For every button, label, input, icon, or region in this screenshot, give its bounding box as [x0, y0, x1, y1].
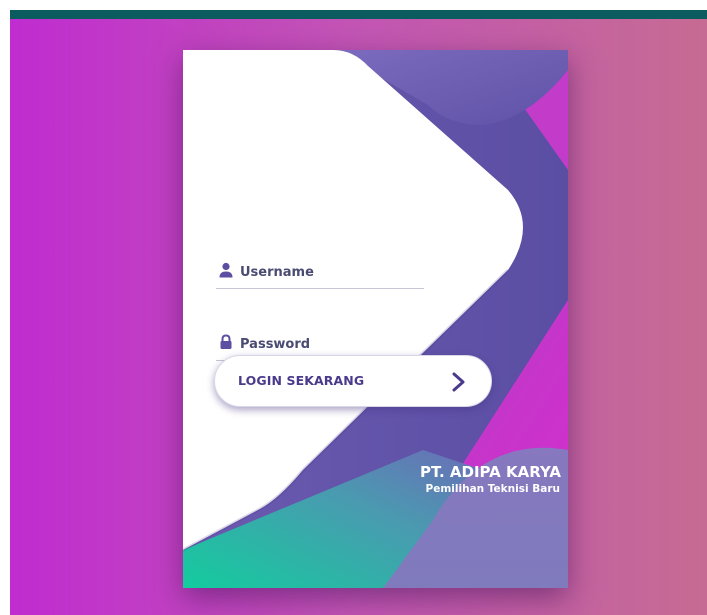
top-bar — [10, 10, 707, 19]
lock-icon — [220, 334, 232, 349]
username-input[interactable] — [240, 258, 420, 286]
chevron-right-icon — [452, 372, 465, 392]
company-tagline: Pemilihan Teknisi Baru — [425, 483, 560, 495]
login-card: LOGIN SEKARANG PT. ADIPA KARYA Pemilihan… — [183, 50, 568, 588]
username-field — [216, 258, 424, 289]
user-icon — [219, 262, 233, 278]
company-name: PT. ADIPA KARYA — [420, 463, 561, 481]
card-background-art — [183, 50, 568, 588]
viewport: LOGIN SEKARANG PT. ADIPA KARYA Pemilihan… — [0, 0, 707, 615]
password-input[interactable] — [240, 330, 420, 358]
login-button-label: LOGIN SEKARANG — [238, 373, 365, 388]
login-button[interactable]: LOGIN SEKARANG — [214, 355, 492, 407]
